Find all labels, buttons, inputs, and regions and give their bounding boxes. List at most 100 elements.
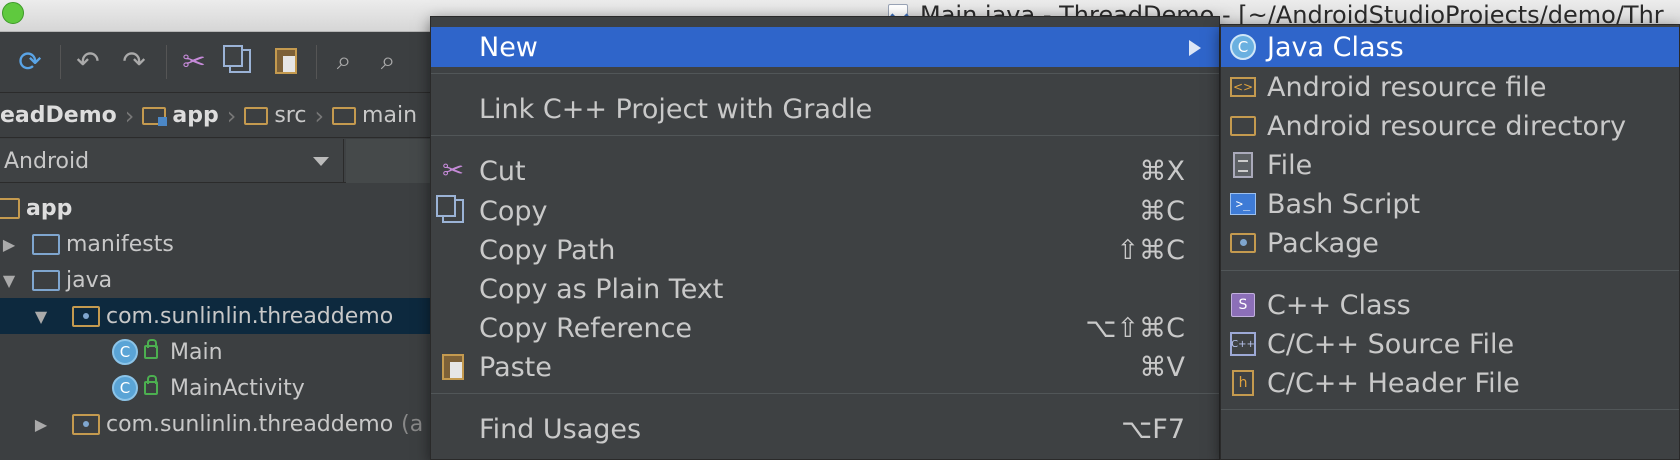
copy-icon[interactable] [222, 43, 258, 79]
paste-icon[interactable] [268, 43, 304, 79]
menu-item-label: Find Usages [479, 413, 642, 445]
undo-icon[interactable]: ↶ [70, 43, 106, 79]
panel-toolbar-area [346, 139, 430, 183]
chevron-right-icon: › [124, 101, 135, 130]
tree-item-label: java [66, 267, 113, 293]
menu-item-label: New [479, 31, 538, 63]
menu-item-cut[interactable]: ✂ Cut ⌘X [431, 151, 1219, 191]
menu-item-paste[interactable]: Paste ⌘V [431, 347, 1219, 387]
breadcrumb-item-src[interactable]: src › [244, 102, 324, 130]
menu-item-label: Copy Path [479, 234, 616, 266]
paste-icon [439, 353, 467, 381]
menu-item-shortcut: ⌥F7 [1121, 413, 1185, 445]
menu-item-copy[interactable]: Copy ⌘C [431, 191, 1219, 231]
bash-script-icon: >_ [1229, 190, 1257, 218]
breadcrumb-item-project[interactable]: eadDemo › [0, 102, 134, 130]
tree-item-label: app [26, 195, 73, 221]
tree-item-java[interactable]: ▼ java [0, 262, 430, 298]
dropdown-caret-icon [313, 157, 329, 166]
app-folder-icon [0, 197, 20, 219]
lock-icon [144, 339, 158, 359]
project-view-label: Android [4, 148, 90, 174]
replace-icon[interactable]: ⌕ [370, 43, 406, 79]
tree-item-label: MainActivity [170, 375, 305, 401]
new-submenu: C Java Class <> Android resource file An… [1220, 24, 1680, 460]
folder-icon [32, 233, 60, 255]
java-class-icon: C [1229, 33, 1257, 61]
project-view-selector[interactable]: Android [0, 139, 344, 183]
menu-item-shortcut: ⌘V [1139, 351, 1185, 383]
redo-icon[interactable]: ↷ [116, 43, 152, 79]
breadcrumb-label: app [172, 103, 219, 128]
menu-item-copy-reference[interactable]: Copy Reference ⌥⇧⌘C [431, 308, 1219, 348]
toolbar-separator [60, 45, 61, 79]
submenu-item-java-class[interactable]: C Java Class [1221, 27, 1679, 67]
cpp-class-icon: S [1229, 291, 1257, 319]
tree-item-app[interactable]: app [0, 190, 430, 226]
cut-icon[interactable]: ✂ [176, 43, 212, 79]
folder-icon [32, 269, 60, 291]
project-panel-header: Android [0, 139, 430, 183]
scissors-icon: ✂ [442, 156, 464, 186]
menu-item-find-usages[interactable]: Find Usages ⌥F7 [431, 409, 1219, 449]
resource-file-icon: <> [1229, 73, 1257, 101]
submenu-item-label: Package [1267, 227, 1379, 259]
folder-icon [1229, 112, 1257, 140]
chevron-right-icon: › [314, 101, 325, 130]
tree-item-suffix: (a [401, 411, 424, 437]
window-zoom-button[interactable] [2, 2, 24, 24]
module-folder-icon [142, 106, 168, 126]
tree-item-label: com.sunlinlin.threaddemo [106, 303, 394, 329]
expand-arrow-icon[interactable]: ▶ [0, 235, 18, 254]
folder-icon [332, 106, 357, 125]
menu-item-shortcut: ⌘C [1139, 195, 1185, 227]
submenu-item-label: File [1267, 149, 1313, 181]
collapse-arrow-icon[interactable]: ▼ [0, 271, 18, 290]
class-icon: C [112, 339, 138, 365]
tree-item-main[interactable]: C Main [0, 334, 430, 370]
menu-item-copy-plain-text[interactable]: Copy as Plain Text [431, 269, 1219, 309]
tree-item-package[interactable]: ▼ com.sunlinlin.threaddemo [0, 298, 430, 334]
collapse-arrow-icon[interactable]: ▼ [32, 307, 50, 326]
menu-separator [1221, 409, 1679, 410]
chevron-right-icon: › [226, 101, 237, 130]
submenu-item-cpp-header[interactable]: h C/C++ Header File [1221, 363, 1679, 403]
menu-item-copy-path[interactable]: Copy Path ⇧⌘C [431, 230, 1219, 270]
menu-item-label: Copy [479, 195, 548, 227]
project-tree: app ▶ manifests ▼ java ▼ com.sunlinlin.t… [0, 184, 430, 460]
tree-item-label: manifests [66, 231, 174, 257]
submenu-item-cpp-class[interactable]: S C++ Class [1221, 285, 1679, 325]
tree-item-package-test[interactable]: ▶ com.sunlinlin.threaddemo (a [0, 406, 430, 442]
menu-item-label: Copy Reference [479, 312, 693, 344]
submenu-item-resource-file[interactable]: <> Android resource file [1221, 67, 1679, 107]
menu-item-shortcut: ⌘X [1139, 155, 1186, 187]
cpp-header-icon: h [1229, 369, 1257, 397]
toolbar-separator [166, 45, 167, 79]
submenu-item-file[interactable]: File [1221, 145, 1679, 185]
menu-item-new[interactable]: New [431, 27, 1219, 67]
copy-icon [436, 195, 467, 225]
breadcrumb-item-main[interactable]: main [332, 103, 417, 128]
menu-separator [431, 73, 1219, 74]
submenu-item-label: C/C++ Source File [1267, 328, 1515, 360]
submenu-item-label: Java Class [1267, 31, 1404, 63]
find-icon[interactable]: ⌕ [326, 43, 362, 79]
tree-item-manifests[interactable]: ▶ manifests [0, 226, 430, 262]
submenu-item-package[interactable]: Package [1221, 223, 1679, 263]
submenu-item-resource-directory[interactable]: Android resource directory [1221, 106, 1679, 146]
submenu-item-cpp-source[interactable]: C++ C/C++ Source File [1221, 324, 1679, 364]
expand-arrow-icon[interactable]: ▶ [32, 415, 50, 434]
package-icon [72, 413, 100, 435]
toolbar-separator [316, 45, 317, 79]
breadcrumb-item-app[interactable]: app › [142, 102, 236, 130]
lock-icon [144, 375, 158, 395]
package-icon [1229, 229, 1257, 257]
tree-item-label: Main [170, 339, 223, 365]
menu-item-link-cpp[interactable]: Link C++ Project with Gradle [431, 89, 1219, 129]
tree-item-mainactivity[interactable]: C MainActivity [0, 370, 430, 406]
submenu-item-label: Bash Script [1267, 188, 1421, 220]
context-menu: New Link C++ Project with Gradle ✂ Cut ⌘… [430, 16, 1220, 460]
submenu-item-bash-script[interactable]: >_ Bash Script [1221, 184, 1679, 224]
breadcrumb-label: main [362, 103, 418, 128]
sync-icon[interactable]: ⟳ [12, 43, 48, 79]
